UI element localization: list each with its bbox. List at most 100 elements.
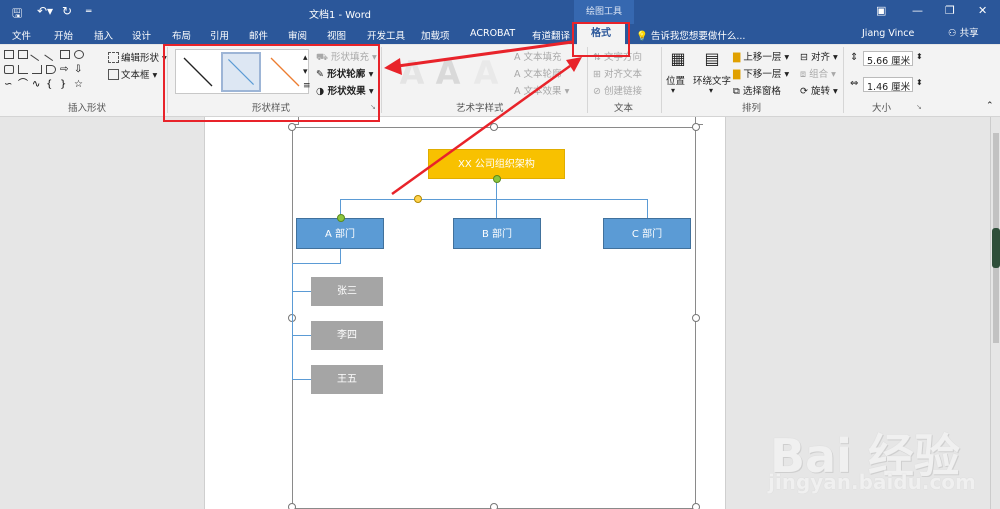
rotate-button[interactable]: ⟳ 旋转 ▾ [800,83,838,97]
bring-forward-button[interactable]: ▇ 上移一层 ▾ [733,49,789,63]
selection-pane-button[interactable]: ⧉ 选择窗格 [733,83,781,97]
resize-handle[interactable] [692,314,700,322]
shape-rectangle-icon[interactable] [60,50,70,59]
shape-right-arrow-icon[interactable]: ⇨ [60,65,70,75]
wrap-text-dropdown-icon[interactable]: ▾ [709,86,713,95]
shape-rounded-rect-icon[interactable] [4,65,14,74]
collapse-ribbon-icon[interactable]: ⌃ [986,101,994,111]
text-fill-button[interactable]: A 文本填充 [514,49,562,63]
tab-mailings[interactable]: 邮件 [249,28,268,42]
size-group-label: 大小 [872,103,892,114]
restore-icon[interactable]: ❐ [945,4,955,17]
shape-brace-right-icon[interactable]: } [60,80,70,90]
send-backward-button[interactable]: ▇ 下移一层 ▾ [733,66,789,80]
text-outline-button[interactable]: A 文本轮廓 [514,66,562,80]
side-panel-handle[interactable] [992,228,1000,268]
wordart-group-label: 艺术字样式 [456,103,504,114]
shape-freeform-icon[interactable]: ⌒ [18,80,28,90]
shape-height-input[interactable]: 5.66 厘米 [863,51,913,67]
align-button[interactable]: ⊟ 对齐 ▾ [800,49,838,63]
wordart-gallery[interactable]: A A A [386,53,510,93]
shape-star-icon[interactable]: ☆ [74,80,84,90]
shape-brace-left-icon[interactable]: { [46,80,56,90]
rotate-icon: ⟳ [800,86,808,97]
width-spinner-icon[interactable]: ⬍ [916,78,923,87]
dept-node-c[interactable]: C 部门 [603,218,691,249]
tab-acrobat[interactable]: ACROBAT [470,28,515,39]
size-launcher-icon[interactable]: ↘ [916,103,922,111]
share-button[interactable]: ⚇ 共享 [944,26,994,43]
shape-textbox-icon[interactable] [4,50,14,59]
tab-review[interactable]: 审阅 [288,28,307,42]
wrap-text-button[interactable]: 环绕文字 [693,73,731,87]
connector-start-handle[interactable] [493,175,501,183]
position-dropdown-icon[interactable]: ▾ [671,86,675,95]
wordart-style-3[interactable]: A [468,53,504,93]
wordart-style-2[interactable]: A [430,53,466,93]
tab-layout[interactable]: 布局 [172,28,191,42]
bring-forward-label: 上移一层 [743,52,782,63]
text-box-button[interactable]: 文本框 ▾ [108,67,157,81]
edit-shape-button[interactable]: 编辑形状 ▾ [108,50,167,64]
vertical-scrollbar[interactable] [990,117,1000,509]
dept-node-b[interactable]: B 部门 [453,218,541,249]
send-backward-icon: ▇ [733,69,741,80]
shape-width-input[interactable]: 1.46 厘米 [863,77,913,93]
tab-insert[interactable]: 插入 [94,28,113,42]
shape-flowchart-icon[interactable] [46,65,56,74]
height-spinner-icon[interactable]: ⬍ [916,52,923,61]
shape-arrow-line-icon[interactable] [44,47,58,62]
tab-home[interactable]: 开始 [54,28,73,42]
watermark-url: jingyan.baidu.com [768,470,976,494]
text-effects-button[interactable]: A 文本效果 ▾ [514,83,569,97]
resize-handle[interactable] [490,503,498,509]
shape-scribble-icon[interactable]: ∿ [32,80,42,90]
smartart-selection-frame[interactable] [292,127,696,509]
wordart-style-1[interactable]: A [394,53,430,93]
user-name[interactable]: Jiang Vince [862,28,914,39]
send-backward-label: 下移一层 [743,69,782,80]
position-icon[interactable]: ▦ [666,49,690,68]
staff-node-2[interactable]: 李四 [311,321,383,350]
tab-view[interactable]: 视图 [327,28,346,42]
staff-node-1[interactable]: 张三 [311,277,383,306]
connector-adjust-handle[interactable] [414,195,422,203]
resize-handle[interactable] [490,123,498,131]
minimize-icon[interactable]: — [912,4,923,17]
shape-gallery[interactable]: ⇨ ⇩ ∽ ⌒ ∿ { } ☆ [4,47,102,94]
text-fill-label: 文本填充 [523,52,562,63]
resize-handle[interactable] [288,123,296,131]
shape-oval-icon[interactable] [74,50,84,59]
resize-handle[interactable] [288,503,296,509]
dept-node-a[interactable]: A 部门 [296,218,384,249]
tell-me-box[interactable]: 💡 告诉我您想要做什么... [636,28,745,42]
tab-addins[interactable]: 加载项 [421,28,450,42]
tab-references[interactable]: 引用 [210,28,229,42]
wrap-text-icon[interactable]: ▤ [700,49,724,68]
tab-design[interactable]: 设计 [132,28,151,42]
create-link-button[interactable]: ⊘ 创建链接 [593,83,642,97]
group-button[interactable]: ⧈ 组合 ▾ [800,66,836,80]
connector-line [340,199,648,200]
tab-file[interactable]: 文件 [12,28,31,42]
shape-connector-icon[interactable] [32,65,42,74]
shape-line-icon[interactable] [30,47,44,62]
ribbon-display-options-icon[interactable]: ▣ [876,4,886,17]
shape-down-arrow-icon[interactable]: ⇩ [74,65,84,75]
close-icon[interactable]: ✕ [978,4,987,17]
group-separator [843,47,844,113]
resize-handle[interactable] [692,123,700,131]
shape-curve-icon[interactable]: ∽ [4,80,14,90]
position-button[interactable]: 位置 [666,73,685,87]
edit-shape-label: 编辑形状 [121,53,160,64]
connector-end-handle[interactable] [337,214,345,222]
align-text-button[interactable]: ⊞ 对齐文本 [593,66,642,80]
title-bar: 🖫 ↶▾ ↻ ═ 文档1 - Word 绘图工具 ▣ — ❐ ✕ [0,0,1000,24]
align-icon: ⊟ [800,52,808,63]
tab-youdao[interactable]: 有道翻译 [532,28,570,42]
tab-developer[interactable]: 开发工具 [367,28,405,42]
shape-textbox-vertical-icon[interactable] [18,50,28,59]
resize-handle[interactable] [692,503,700,509]
shape-elbow-icon[interactable] [18,65,28,74]
staff-node-3[interactable]: 王五 [311,365,383,394]
